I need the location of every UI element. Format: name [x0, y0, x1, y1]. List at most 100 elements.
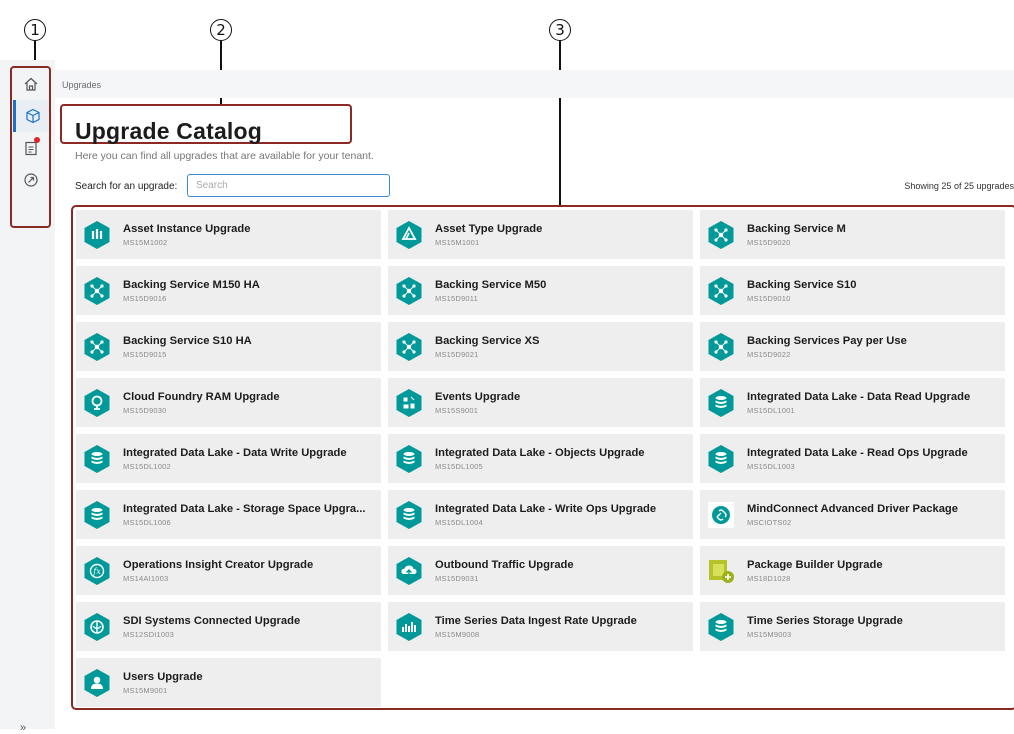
upgrade-code: MS15DL1001: [747, 405, 795, 415]
sidebar-item-upgrades[interactable]: [13, 100, 49, 132]
database-icon: [706, 444, 736, 474]
home-icon: [23, 76, 39, 92]
breadcrumb[interactable]: Upgrades: [62, 80, 101, 90]
upgrade-card[interactable]: Backing Service M MS15D9020: [700, 210, 1005, 259]
network-icon: [706, 276, 736, 306]
upgrade-card[interactable]: MindConnect Advanced Driver Package MSCIO…: [700, 490, 1005, 539]
upgrade-code: MS15DL1004: [435, 517, 483, 527]
upgrade-name: Integrated Data Lake - Data Write Upgrad…: [123, 446, 347, 459]
network-icon: [706, 220, 736, 250]
upgrade-card[interactable]: Backing Service XS MS15D9021: [388, 322, 693, 371]
upgrade-card[interactable]: Integrated Data Lake - Data Read Upgrade…: [700, 378, 1005, 427]
callout-2: 2: [210, 19, 232, 41]
upgrade-card[interactable]: Integrated Data Lake - Read Ops Upgrade M…: [700, 434, 1005, 483]
upgrade-code: MS15D9011: [435, 293, 478, 303]
upgrade-card[interactable]: Integrated Data Lake - Data Write Upgrad…: [76, 434, 381, 483]
upgrade-name: Asset Type Upgrade: [435, 222, 543, 235]
network-icon: [394, 332, 424, 362]
timeseries-ingest-icon: [394, 612, 424, 642]
network-icon: [706, 332, 736, 362]
upgrade-card[interactable]: SDI Systems Connected Upgrade MS12SDI1003: [76, 602, 381, 651]
upgrade-grid: Asset Instance Upgrade MS15M1002 Asset Typ…: [76, 210, 1006, 707]
upgrade-card[interactable]: Time Series Data Ingest Rate Upgrade MS15…: [388, 602, 693, 651]
cloud-upload-icon: [394, 556, 424, 586]
database-icon: [706, 612, 736, 642]
upgrade-code: MS15D9020: [747, 237, 791, 247]
upgrade-card[interactable]: Backing Service S10 MS15D9010: [700, 266, 1005, 315]
result-count: Showing 25 of 25 upgrades: [904, 181, 1014, 191]
cloud-foundry-icon: [82, 388, 112, 418]
callout-3-leader: [559, 41, 561, 206]
callout-3: 3: [549, 19, 571, 41]
database-icon: [394, 500, 424, 530]
upgrade-name: Backing Service M50: [435, 278, 547, 291]
upgrade-card[interactable]: Integrated Data Lake - Objects Upgrade MS…: [388, 434, 693, 483]
upgrade-code: MS15S9001: [435, 405, 479, 415]
upgrade-name: Time Series Storage Upgrade: [747, 614, 903, 627]
upgrade-name: Backing Service S10: [747, 278, 857, 291]
upgrade-card[interactable]: Package Builder Upgrade MS18D1028: [700, 546, 1005, 595]
search-input[interactable]: [187, 174, 390, 197]
upgrade-name: SDI Systems Connected Upgrade: [123, 614, 301, 627]
upgrade-card[interactable]: Backing Services Pay per Use MS15D9022: [700, 322, 1005, 371]
upgrade-code: MS18D1028: [747, 573, 791, 583]
upgrade-card[interactable]: Time Series Storage Upgrade MS15M9003: [700, 602, 1005, 651]
upgrade-name: Cloud Foundry RAM Upgrade: [123, 390, 280, 403]
upgrade-card[interactable]: Integrated Data Lake - Write Ops Upgrade…: [388, 490, 693, 539]
upgrade-name: Backing Service XS: [435, 334, 540, 347]
sidebar-item-orders[interactable]: [13, 132, 49, 164]
events-icon: [394, 388, 424, 418]
upgrade-name: Backing Service M150 HA: [123, 278, 260, 291]
upgrade-card[interactable]: Outbound Traffic Upgrade MS15D9031: [388, 546, 693, 595]
sidebar-item-explore[interactable]: [13, 164, 49, 196]
sidebar-item-home[interactable]: [13, 68, 49, 100]
upgrade-name: Backing Service M: [747, 222, 846, 235]
upgrade-name: MindConnect Advanced Driver Package: [747, 502, 958, 515]
callout-1: 1: [24, 19, 46, 41]
upgrade-name: Users Upgrade: [123, 670, 203, 683]
upgrade-card[interactable]: fx Operations Insight Creator Upgrade MS14…: [76, 546, 381, 595]
upgrade-card[interactable]: Backing Service S10 HA MS15D9015: [76, 322, 381, 371]
upgrade-code: MS15D9031: [435, 573, 479, 583]
compass-icon: [23, 172, 39, 188]
database-icon: [82, 500, 112, 530]
upgrade-code: MS15M1002: [123, 237, 168, 247]
upgrade-code: MS15DL1003: [747, 461, 795, 471]
search-label: Search for an upgrade:: [75, 181, 178, 192]
upgrade-name: Outbound Traffic Upgrade: [435, 558, 574, 571]
network-icon: [82, 332, 112, 362]
breadcrumb-bar: [55, 70, 1014, 98]
package-builder-icon: [706, 556, 736, 586]
upgrade-code: MS15M1001: [435, 237, 480, 247]
upgrade-code: MS15D9022: [747, 349, 791, 359]
mindconnect-icon: [706, 500, 736, 530]
upgrade-code: MS15M9003: [747, 629, 792, 639]
upgrade-name: Time Series Data Ingest Rate Upgrade: [435, 614, 637, 627]
upgrade-code: MS15M9008: [435, 629, 480, 639]
upgrade-card[interactable]: Integrated Data Lake - Storage Space Upg…: [76, 490, 381, 539]
upgrade-card[interactable]: Users Upgrade MS15M9001: [76, 658, 381, 707]
notification-badge: [34, 137, 40, 143]
upgrade-card[interactable]: Backing Service M150 HA MS15D9016: [76, 266, 381, 315]
upgrade-card[interactable]: Backing Service M50 MS15D9011: [388, 266, 693, 315]
cube-icon: [25, 108, 41, 124]
upgrade-name: Backing Services Pay per Use: [747, 334, 907, 347]
upgrade-card[interactable]: Cloud Foundry RAM Upgrade MS15D9030: [76, 378, 381, 427]
database-icon: [706, 388, 736, 418]
upgrade-card[interactable]: Asset Type Upgrade MS15M1001: [388, 210, 693, 259]
page-subtitle: Here you can find all upgrades that are …: [75, 150, 374, 162]
upgrade-name: Integrated Data Lake - Data Read Upgrade: [747, 390, 971, 403]
upgrade-card[interactable]: Events Upgrade MS15S9001: [388, 378, 693, 427]
asset-type-icon: [394, 220, 424, 250]
upgrade-card[interactable]: Asset Instance Upgrade MS15M1002: [76, 210, 381, 259]
upgrade-code: MS12SDI1003: [123, 629, 174, 639]
collapse-sidebar-button[interactable]: »: [20, 722, 26, 734]
upgrade-code: MS15DL1006: [123, 517, 171, 527]
upgrade-code: MS15M9001: [123, 685, 168, 695]
upgrade-code: MS15D9030: [123, 405, 167, 415]
function-icon: fx: [82, 556, 112, 586]
upgrade-code: MS15DL1005: [435, 461, 483, 471]
upgrade-name: Integrated Data Lake - Objects Upgrade: [435, 446, 645, 459]
upgrade-code: MS15D9010: [747, 293, 791, 303]
upgrade-name: Package Builder Upgrade: [747, 558, 883, 571]
